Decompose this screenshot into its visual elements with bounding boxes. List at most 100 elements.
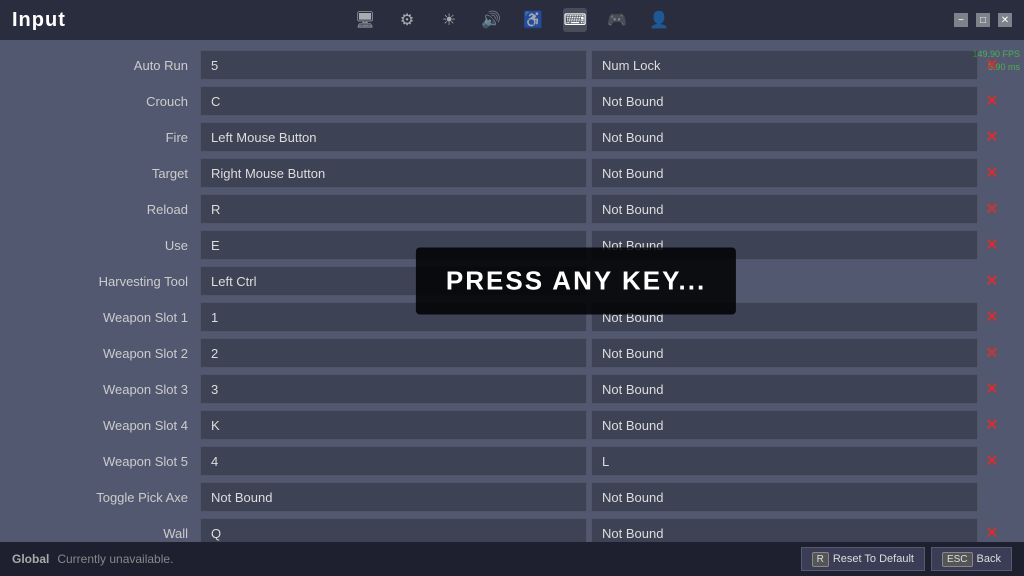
binding-primary-use[interactable]: E [200, 230, 587, 260]
binding-primary-reload[interactable]: R [200, 194, 587, 224]
binding-clear-use[interactable]: ✕ [980, 233, 1004, 257]
monitor-icon[interactable]: 🖥 [353, 8, 377, 32]
input-icon[interactable]: ⌨ [563, 8, 587, 32]
binding-primary-toggle-pick-axe[interactable]: Not Bound [200, 482, 587, 512]
binding-secondary-fire[interactable]: Not Bound [591, 122, 978, 152]
binding-label-wall: Wall [20, 526, 200, 541]
binding-secondary-reload[interactable]: Not Bound [591, 194, 978, 224]
binding-clear-fire[interactable]: ✕ [980, 125, 1004, 149]
clear-icon: ✕ [985, 91, 998, 111]
binding-secondary-weapon-slot-3[interactable]: Not Bound [591, 374, 978, 404]
binding-label-weapon-slot-3: Weapon Slot 3 [20, 382, 200, 397]
binding-primary-harvesting-tool[interactable]: Left Ctrl [200, 266, 587, 296]
binding-secondary-toggle-pick-axe[interactable]: Not Bound [591, 482, 978, 512]
reset-to-default-button[interactable]: R Reset To Default [801, 547, 925, 571]
binding-primary-weapon-slot-3[interactable]: 3 [200, 374, 587, 404]
clear-icon: ✕ [985, 415, 998, 435]
binding-secondary-wall[interactable]: Not Bound [591, 518, 978, 542]
binding-clear-weapon-slot-3[interactable]: ✕ [980, 377, 1004, 401]
table-row: Weapon Slot 5 4 L ✕ [20, 444, 1004, 478]
binding-label-crouch: Crouch [20, 94, 200, 109]
clear-icon: ✕ [985, 235, 998, 255]
clear-icon: ✕ [985, 127, 998, 147]
clear-icon: ✕ [985, 523, 998, 542]
binding-primary-target[interactable]: Right Mouse Button [200, 158, 587, 188]
main-content: 149.90 FPS 5.90 ms Auto Run 5 Num Lock ✕… [0, 40, 1024, 542]
binding-clear-weapon-slot-4[interactable]: ✕ [980, 413, 1004, 437]
nav-icons: 🖥 ⚙ ☀ 🔊 ♿ ⌨ 🎮 👤 [353, 8, 671, 32]
binding-clear-reload[interactable]: ✕ [980, 197, 1004, 221]
title-bar-left: Input [12, 9, 66, 32]
account-icon[interactable]: 👤 [647, 8, 671, 32]
binding-clear-toggle-pick-axe [980, 485, 1004, 509]
binding-secondary-weapon-slot-4[interactable]: Not Bound [591, 410, 978, 440]
window-controls: − □ ✕ [954, 13, 1012, 27]
status-scope-label: Global [12, 552, 49, 566]
status-message: Currently unavailable. [57, 552, 173, 566]
binding-clear-wall[interactable]: ✕ [980, 521, 1004, 542]
binding-primary-fire[interactable]: Left Mouse Button [200, 122, 587, 152]
binding-label-weapon-slot-4: Weapon Slot 4 [20, 418, 200, 433]
gear-icon[interactable]: ⚙ [395, 8, 419, 32]
binding-clear-target[interactable]: ✕ [980, 161, 1004, 185]
table-row: Harvesting Tool Left Ctrl Not Bound ✕ PR… [20, 264, 1004, 298]
binding-primary-weapon-slot-4[interactable]: K [200, 410, 587, 440]
binding-primary-weapon-slot-5[interactable]: 4 [200, 446, 587, 476]
controller-icon[interactable]: 🎮 [605, 8, 629, 32]
audio-icon[interactable]: 🔊 [479, 8, 503, 32]
bindings-list[interactable]: Auto Run 5 Num Lock ✕ Crouch C Not Bound… [0, 40, 1024, 542]
binding-primary-wall[interactable]: Q [200, 518, 587, 542]
table-row: Target Right Mouse Button Not Bound ✕ [20, 156, 1004, 190]
binding-label-weapon-slot-1: Weapon Slot 1 [20, 310, 200, 325]
binding-secondary-auto-run[interactable]: Num Lock [591, 50, 978, 80]
table-row: Reload R Not Bound ✕ [20, 192, 1004, 226]
table-row: Use E Not Bound ✕ [20, 228, 1004, 262]
binding-secondary-weapon-slot-1[interactable]: Not Bound [591, 302, 978, 332]
clear-icon: ✕ [985, 271, 998, 291]
binding-label-weapon-slot-2: Weapon Slot 2 [20, 346, 200, 361]
binding-secondary-crouch[interactable]: Not Bound [591, 86, 978, 116]
binding-clear-auto-run[interactable]: ✕ [980, 53, 1004, 77]
status-bar: Global Currently unavailable. R Reset To… [0, 542, 1024, 576]
binding-clear-weapon-slot-5[interactable]: ✕ [980, 449, 1004, 473]
binding-secondary-weapon-slot-2[interactable]: Not Bound [591, 338, 978, 368]
table-row: Weapon Slot 2 2 Not Bound ✕ [20, 336, 1004, 370]
binding-primary-auto-run[interactable]: 5 [200, 50, 587, 80]
table-row: Crouch C Not Bound ✕ [20, 84, 1004, 118]
binding-clear-crouch[interactable]: ✕ [980, 89, 1004, 113]
binding-primary-weapon-slot-1[interactable]: 1 [200, 302, 587, 332]
binding-clear-weapon-slot-1[interactable]: ✕ [980, 305, 1004, 329]
binding-label-reload: Reload [20, 202, 200, 217]
clear-icon: ✕ [985, 199, 998, 219]
close-button[interactable]: ✕ [998, 13, 1012, 27]
maximize-button[interactable]: □ [976, 13, 990, 27]
table-row: Weapon Slot 1 1 Not Bound ✕ [20, 300, 1004, 334]
binding-label-toggle-pick-axe: Toggle Pick Axe [20, 490, 200, 505]
clear-icon: ✕ [985, 307, 998, 327]
back-button[interactable]: ESC Back [931, 547, 1012, 571]
reset-button-label: Reset To Default [833, 553, 914, 565]
reset-key-badge: R [812, 552, 829, 567]
binding-secondary-weapon-slot-5[interactable]: L [591, 446, 978, 476]
binding-label-harvesting-tool: Harvesting Tool [20, 274, 200, 289]
minimize-button[interactable]: − [954, 13, 968, 27]
brightness-icon[interactable]: ☀ [437, 8, 461, 32]
page-title: Input [12, 9, 66, 32]
table-row: Auto Run 5 Num Lock ✕ [20, 48, 1004, 82]
binding-label-use: Use [20, 238, 200, 253]
clear-icon: ✕ [985, 55, 998, 75]
status-right: R Reset To Default ESC Back [801, 547, 1012, 571]
binding-primary-crouch[interactable]: C [200, 86, 587, 116]
accessibility-icon[interactable]: ♿ [521, 8, 545, 32]
binding-secondary-use[interactable]: Not Bound [591, 230, 978, 260]
binding-label-auto-run: Auto Run [20, 58, 200, 73]
status-left: Global Currently unavailable. [12, 552, 173, 566]
binding-clear-weapon-slot-2[interactable]: ✕ [980, 341, 1004, 365]
table-row: Fire Left Mouse Button Not Bound ✕ [20, 120, 1004, 154]
table-row: Toggle Pick Axe Not Bound Not Bound [20, 480, 1004, 514]
binding-clear-harvesting-tool[interactable]: ✕ [980, 269, 1004, 293]
table-row: Wall Q Not Bound ✕ [20, 516, 1004, 542]
binding-secondary-target[interactable]: Not Bound [591, 158, 978, 188]
table-row: Weapon Slot 3 3 Not Bound ✕ [20, 372, 1004, 406]
binding-primary-weapon-slot-2[interactable]: 2 [200, 338, 587, 368]
